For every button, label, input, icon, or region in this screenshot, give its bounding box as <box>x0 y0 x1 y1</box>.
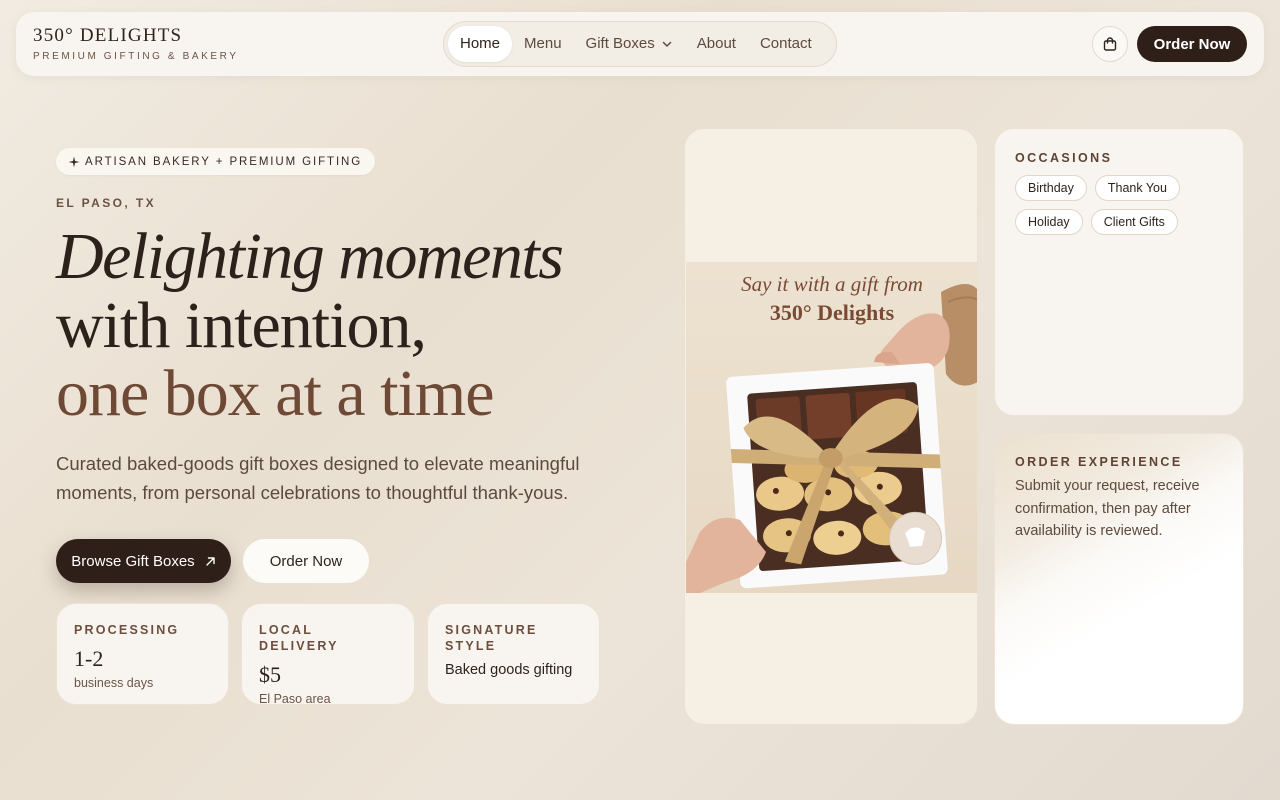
chevron-down-icon <box>662 41 671 47</box>
shopping-bag-icon <box>1103 37 1117 51</box>
stat-card-signature: SIGNATURE STYLE Baked goods gifting <box>427 603 600 705</box>
hero-badge: ARTISAN BAKERY + PREMIUM GIFTING <box>56 148 376 175</box>
hero-order-now-button[interactable]: Order Now <box>243 539 369 583</box>
nav-item-label: Menu <box>524 35 562 52</box>
stat-card-processing: PROCESSING 1-2 business days <box>56 603 229 705</box>
stat-card-delivery: LOCAL DELIVERY $5 El Paso area <box>241 603 415 706</box>
gift-box-photo: Say it with a gift from 350° Delights <box>686 262 977 593</box>
nav-item-label: Contact <box>759 35 812 52</box>
order-experience-body: Submit your request, receive confirmatio… <box>1015 478 1200 539</box>
nav-item-label: About <box>696 35 736 52</box>
stat-value: $5 <box>259 662 281 687</box>
hero-subcopy: Curated baked-goods gift boxes designed … <box>56 453 580 503</box>
nav-item-about[interactable]: About <box>685 26 748 62</box>
main-nav: Home Menu Gift Boxes About Contact <box>443 21 837 67</box>
site-header: 350° DELIGHTS PREMIUM GIFTING & BAKERY H… <box>16 12 1264 76</box>
nav-item-gift-boxes[interactable]: Gift Boxes <box>574 26 685 62</box>
occasion-chip-thank-you[interactable]: Thank You <box>1094 175 1180 201</box>
browse-gift-boxes-button[interactable]: Browse Gift Boxes <box>56 539 231 583</box>
nav-item-contact[interactable]: Contact <box>748 26 824 62</box>
stat-body: Baked goods gifting <box>445 662 573 678</box>
gift-box-photo-card: Say it with a gift from 350° Delights <box>684 128 978 725</box>
order-experience-title: ORDER EXPERIENCE <box>1015 455 1183 469</box>
brand-name: 350° DELIGHTS <box>33 25 183 46</box>
stat-note: El Paso area <box>259 692 331 706</box>
stat-label: LOCAL DELIVERY <box>259 623 339 653</box>
stat-note: business days <box>74 676 154 690</box>
sparkle-icon <box>68 156 80 167</box>
nav-item-label: Gift Boxes <box>585 35 655 52</box>
stat-label: PROCESSING <box>74 623 180 637</box>
hero-headline: Delighting moments with intention, one b… <box>56 220 564 430</box>
brand-tagline: PREMIUM GIFTING & BAKERY <box>33 51 239 62</box>
occasion-chip-list: Birthday Thank You Holiday Client Gifts <box>1015 175 1223 235</box>
stat-label: SIGNATURE STYLE <box>445 623 538 653</box>
hero-badge-label: ARTISAN BAKERY + PREMIUM GIFTING <box>85 155 363 168</box>
order-experience-card: ORDER EXPERIENCE Submit your request, re… <box>994 433 1244 725</box>
occasion-chip-client-gifts[interactable]: Client Gifts <box>1090 209 1178 235</box>
brand-logo[interactable]: 350° DELIGHTS PREMIUM GIFTING & BAKERY <box>33 25 239 63</box>
occasions-title: OCCASIONS <box>1015 151 1113 165</box>
nav-item-label: Home <box>460 35 501 52</box>
occasion-chip-holiday[interactable]: Holiday <box>1015 209 1083 235</box>
arrow-up-right-icon <box>205 556 215 566</box>
headline-line-2: with intention, <box>56 289 427 362</box>
browse-button-label: Browse Gift Boxes <box>71 552 195 570</box>
stat-value: 1-2 <box>74 646 104 671</box>
occasions-card: OCCASIONS Birthday Thank You Holiday Cli… <box>994 128 1244 416</box>
photo-caption-line-1: Say it with a gift from <box>741 272 923 296</box>
occasion-chip-birthday[interactable]: Birthday <box>1015 175 1087 201</box>
headline-line-1: Delighting moments <box>56 220 564 293</box>
location-label: EL PASO, TX <box>56 196 156 210</box>
header-order-now-button[interactable]: Order Now <box>1137 26 1247 62</box>
headline-line-3: one box at a time <box>56 357 495 430</box>
nav-item-menu[interactable]: Menu <box>512 26 574 62</box>
cart-button[interactable] <box>1092 26 1128 62</box>
nav-item-home[interactable]: Home <box>448 26 513 62</box>
photo-caption-line-2: 350° Delights <box>769 300 895 325</box>
